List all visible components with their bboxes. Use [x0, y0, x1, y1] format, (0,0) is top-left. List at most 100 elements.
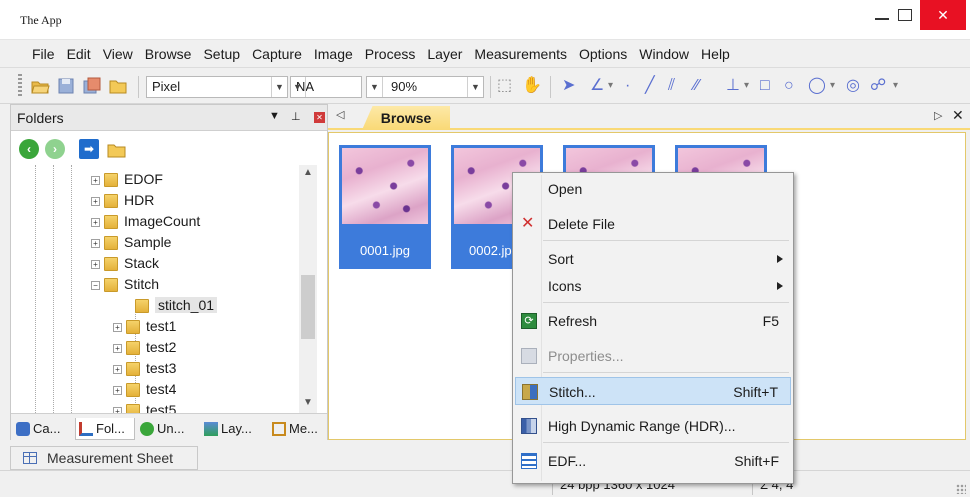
scrollbar-thumb[interactable] [301, 275, 315, 339]
pin-icon[interactable]: ⊥ [291, 110, 301, 123]
na-combo[interactable]: NA ▼ [290, 76, 362, 98]
tree-item-stitch-01[interactable]: stitch_01 [135, 295, 218, 316]
ctx-open[interactable]: Open [515, 175, 791, 203]
chevron-down-icon[interactable]: ▾ [744, 76, 749, 96]
measurement-sheet-tab[interactable]: Measurement Sheet [10, 446, 198, 470]
tab-folders[interactable]: Fol... [75, 418, 135, 440]
open-folder-icon[interactable] [107, 141, 127, 159]
chevron-down-icon[interactable]: ▾ [830, 76, 835, 96]
chevron-down-icon[interactable]: ▾ [608, 76, 613, 96]
minimize-icon[interactable] [875, 18, 889, 20]
zoom-combo[interactable]: ▼ 90% ▼ [366, 76, 484, 98]
ctx-properties[interactable]: Properties... [515, 342, 791, 370]
unit-combo[interactable]: Pixel ▼ [146, 76, 288, 98]
back-icon[interactable]: ‹ [19, 139, 39, 159]
ctx-stitch[interactable]: Stitch... Shift+T [515, 377, 791, 405]
chevron-down-icon[interactable]: ▼ [467, 77, 483, 97]
menu-process[interactable]: Process [359, 46, 422, 62]
tab-capture[interactable]: Ca... [13, 418, 73, 440]
scroll-left-icon[interactable]: ◁ [336, 108, 344, 121]
pointer-icon[interactable]: ➤ [562, 76, 575, 96]
menu-browse[interactable]: Browse [139, 46, 198, 62]
scroll-down-icon[interactable]: ▼ [299, 397, 317, 413]
ctx-delete-file[interactable]: ✕ Delete File [515, 210, 791, 238]
menu-window[interactable]: Window [633, 46, 695, 62]
perpendicular-icon[interactable]: ⊥ [726, 76, 740, 96]
expand-icon[interactable]: + [113, 385, 122, 395]
tree-item-stitch[interactable]: − Stitch [91, 274, 159, 295]
tree-item-test1[interactable]: + test1 [113, 316, 176, 337]
pan-hand-icon[interactable]: ✋ [522, 76, 542, 96]
collapse-icon[interactable]: − [91, 280, 100, 290]
open-folder-icon[interactable] [30, 76, 50, 96]
save-all-icon[interactable] [82, 76, 102, 96]
panel-tab-strip: Ca... Fol... Un... Lay... Me... [11, 413, 327, 441]
ctx-icons[interactable]: Icons [515, 272, 791, 300]
tab-browse[interactable]: Browse [362, 106, 450, 130]
tree-item-edof[interactable]: + EDOF [91, 169, 163, 190]
tree-scrollbar[interactable]: ▲ ▼ [299, 165, 317, 415]
forward-icon[interactable]: › [45, 139, 65, 159]
expand-icon[interactable]: + [91, 217, 100, 227]
expand-icon[interactable]: + [113, 343, 122, 353]
rectangle-tool-icon[interactable]: □ [760, 76, 770, 96]
close-tab-icon[interactable]: ✕ [952, 107, 964, 124]
marquee-select-icon[interactable]: ⬚ [497, 76, 512, 96]
line-tool-icon[interactable]: ╱ [645, 76, 655, 96]
expand-icon[interactable]: + [91, 175, 100, 185]
resize-grip[interactable] [956, 484, 966, 494]
tree-item-imagecount[interactable]: + ImageCount [91, 211, 200, 232]
menu-help[interactable]: Help [695, 46, 736, 62]
tree-item-stack[interactable]: + Stack [91, 253, 159, 274]
point-tool-icon[interactable]: · [625, 76, 630, 96]
ctx-refresh[interactable]: ⟳ Refresh F5 [515, 307, 791, 335]
menu-file[interactable]: File [26, 46, 61, 62]
tree-item-hdr[interactable]: + HDR [91, 190, 154, 211]
toolbar-grip[interactable] [18, 74, 22, 98]
menu-edit[interactable]: Edit [61, 46, 97, 62]
maximize-icon[interactable] [898, 9, 912, 21]
chevron-down-icon[interactable]: ▾ [893, 76, 898, 96]
scroll-up-icon[interactable]: ▲ [299, 167, 317, 183]
tree-item-test4[interactable]: + test4 [113, 379, 176, 400]
browse-folder-icon[interactable] [108, 76, 128, 96]
panel-menu-icon[interactable]: ▼ [269, 110, 280, 122]
thumbnail-item[interactable]: 0001.jpg [339, 145, 431, 269]
ellipse-tool-icon[interactable]: ○ [784, 76, 794, 96]
expand-icon[interactable]: + [91, 196, 100, 206]
polygon-tool-icon[interactable]: ☍ [870, 76, 886, 96]
close-panel-icon[interactable]: ✕ [314, 112, 325, 123]
chevron-down-icon[interactable]: ▼ [367, 77, 383, 97]
tab-undo[interactable]: Un... [137, 418, 199, 440]
tree-item-test3[interactable]: + test3 [113, 358, 176, 379]
close-window-button[interactable]: ✕ [920, 0, 966, 30]
menu-layer[interactable]: Layer [421, 46, 468, 62]
ctx-sort[interactable]: Sort [515, 245, 791, 273]
chevron-down-icon[interactable]: ▼ [290, 77, 306, 97]
scroll-right-icon[interactable]: ▷ [934, 109, 942, 122]
expand-icon[interactable]: + [113, 364, 122, 374]
tree-item-test2[interactable]: + test2 [113, 337, 176, 358]
menu-options[interactable]: Options [573, 46, 633, 62]
multi-line-icon[interactable]: ⁄⁄ [694, 76, 699, 96]
expand-icon[interactable]: + [91, 259, 100, 269]
angle-tool-icon[interactable]: ∠ [590, 76, 604, 96]
tab-layers[interactable]: Lay... [201, 418, 267, 440]
menu-view[interactable]: View [97, 46, 139, 62]
menu-capture[interactable]: Capture [246, 46, 308, 62]
parallel-lines-icon[interactable]: ⫽ [668, 76, 675, 96]
menu-setup[interactable]: Setup [197, 46, 246, 62]
menu-image[interactable]: Image [308, 46, 359, 62]
ctx-edf[interactable]: EDF... Shift+F [515, 447, 791, 475]
ctx-hdr[interactable]: High Dynamic Range (HDR)... [515, 412, 791, 440]
save-icon[interactable] [56, 76, 76, 96]
tree-item-sample[interactable]: + Sample [91, 232, 171, 253]
menu-measurements[interactable]: Measurements [468, 46, 573, 62]
concentric-circle-icon[interactable]: ◎ [846, 76, 860, 96]
go-to-folder-icon[interactable]: ➡ [79, 139, 99, 159]
expand-icon[interactable]: + [91, 238, 100, 248]
chevron-down-icon[interactable]: ▼ [271, 77, 287, 97]
tab-measurements[interactable]: Me... [269, 418, 327, 440]
expand-icon[interactable]: + [113, 322, 122, 332]
circle-tool-icon[interactable]: ◯ [808, 76, 826, 96]
